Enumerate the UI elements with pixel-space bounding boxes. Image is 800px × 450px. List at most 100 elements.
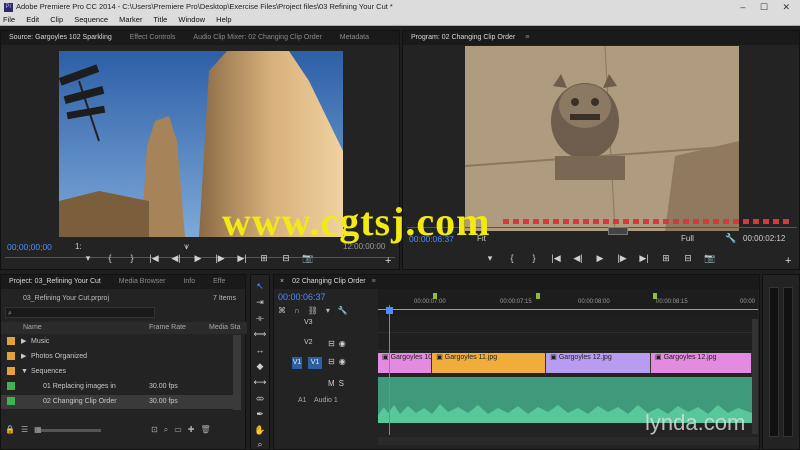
video-clip[interactable]: ▣ Gargoyles 10.jpg [378, 353, 433, 373]
new-bin-icon[interactable]: ▭ [174, 425, 188, 434]
new-item-icon[interactable]: ✚ [188, 425, 201, 434]
go-to-in-icon[interactable]: |◀ [545, 253, 567, 264]
toggle-sync-lock-icon[interactable]: ⊟ [328, 357, 339, 366]
go-to-in-icon[interactable]: |◀ [143, 253, 165, 264]
source-patch-v1[interactable]: V1 [292, 357, 302, 369]
menu-marker[interactable]: Marker [119, 15, 142, 24]
project-row[interactable]: 01 Replacing images in 30.00 fps [1, 380, 241, 394]
tab-media-browser[interactable]: Media Browser [111, 278, 174, 285]
track-label-v1[interactable]: V1 [308, 357, 322, 369]
project-scrollbar[interactable] [233, 335, 241, 410]
play-icon[interactable]: ▶ [589, 253, 611, 264]
track-select-tool-icon[interactable]: ⇥ [253, 295, 267, 309]
disclosure-arrow-icon[interactable]: ▶ [21, 335, 31, 349]
timeline-settings-icon[interactable]: 🔧 [338, 306, 356, 315]
play-icon[interactable]: ▶ [187, 253, 209, 264]
tab-metadata[interactable]: Metadata [332, 34, 377, 41]
program-video-frame[interactable] [465, 46, 739, 231]
toggle-output-icon[interactable]: ◉ [339, 339, 350, 348]
mute-icon[interactable]: M [328, 379, 339, 388]
clear-icon[interactable]: 🗑 [200, 425, 216, 434]
zoom-tool-icon[interactable]: ⌕ [253, 437, 267, 450]
source-playhead-icon[interactable]: ⩛ [184, 241, 189, 252]
tab-effects[interactable]: Effe [205, 278, 233, 285]
project-row[interactable]: ▶ Music [1, 335, 241, 349]
work-area-bar[interactable] [378, 309, 758, 310]
mark-in-icon[interactable]: { [99, 253, 121, 263]
disclosure-arrow-icon[interactable]: ▶ [21, 350, 31, 364]
ruler-marker[interactable] [433, 293, 437, 299]
track-lane-v2[interactable] [378, 333, 758, 351]
menu-sequence[interactable]: Sequence [74, 15, 108, 24]
tab-effect-controls[interactable]: Effect Controls [122, 34, 184, 41]
mark-out-icon[interactable]: } [523, 253, 545, 263]
automate-icon[interactable]: ⊡ [151, 425, 164, 434]
tab-info[interactable]: Info [175, 278, 203, 285]
tab-audio-clip-mixer[interactable]: Audio Clip Mixer: 02 Changing Clip Order [185, 34, 329, 41]
program-scrollbar-thumb[interactable] [608, 227, 628, 235]
disclosure-arrow-icon[interactable]: ▼ [21, 365, 31, 379]
lift-icon[interactable]: ⊞ [655, 253, 677, 264]
export-frame-icon[interactable]: 📷 [297, 253, 319, 264]
add-marker-timeline-icon[interactable]: ▾ [326, 306, 338, 315]
wrench-icon[interactable]: 🔧 [725, 233, 736, 244]
solo-icon[interactable]: S [339, 379, 348, 388]
timeline-panel-menu-icon[interactable]: ≡ [370, 278, 378, 285]
ruler-marker[interactable] [653, 293, 657, 299]
source-timecode[interactable]: 00;00;00;00 [7, 242, 52, 252]
selection-tool-icon[interactable]: ↖ [253, 279, 267, 293]
tab-source[interactable]: Source: Gargoyles 102 Sparkling [1, 34, 120, 41]
column-frame-rate[interactable]: Frame Rate [149, 322, 186, 334]
snap-icon[interactable]: ∩ [294, 306, 308, 315]
video-clip[interactable]: ▣ Gargoyles 12.jpg [651, 353, 752, 373]
menu-file[interactable]: File [3, 15, 15, 24]
zoom-slider[interactable] [41, 429, 101, 432]
toggle-output-icon[interactable]: ◉ [339, 357, 350, 366]
ripple-edit-tool-icon[interactable]: ⟛ [253, 311, 267, 325]
slide-tool-icon[interactable]: ⤄ [253, 391, 267, 405]
insert-icon[interactable]: ⊞ [253, 253, 275, 264]
project-search-input[interactable]: ⌕ [5, 307, 155, 318]
menu-help[interactable]: Help [216, 15, 231, 24]
panel-menu-icon[interactable]: ≡ [523, 34, 531, 41]
mark-out-icon[interactable]: } [121, 253, 143, 263]
column-name[interactable]: Name [23, 322, 42, 334]
step-forward-icon[interactable]: |▶ [611, 253, 633, 264]
rate-stretch-tool-icon[interactable]: ↔ [253, 343, 267, 357]
step-back-icon[interactable]: ◀| [165, 253, 187, 264]
step-forward-icon[interactable]: |▶ [209, 253, 231, 264]
tab-sequence[interactable]: 02 Changing Clip Order [288, 278, 370, 285]
razor-tool-icon[interactable]: ◆ [253, 359, 267, 373]
ruler-marker[interactable] [536, 293, 540, 299]
playhead-handle[interactable] [386, 307, 393, 314]
go-to-out-icon[interactable]: ▶| [633, 253, 655, 264]
program-add-button-icon[interactable]: + [785, 255, 791, 267]
track-lane-v3[interactable] [378, 317, 758, 333]
source-add-button-icon[interactable]: + [385, 255, 391, 267]
column-media-start[interactable]: Media Sta [209, 322, 241, 334]
pen-tool-icon[interactable]: ✒ [253, 407, 267, 421]
linked-selection-icon[interactable]: ⛓ [308, 306, 326, 315]
menu-window[interactable]: Window [178, 15, 205, 24]
close-tab-icon[interactable]: × [274, 278, 288, 285]
export-frame-icon[interactable]: 📷 [699, 253, 721, 264]
lock-icon[interactable]: 🔒 [5, 425, 21, 434]
program-quality-dropdown[interactable]: Full [681, 234, 694, 243]
find-icon[interactable]: ⌕ [164, 425, 174, 434]
project-row[interactable]: ▶ Photos Organized [1, 350, 241, 364]
menu-title[interactable]: Title [153, 15, 167, 24]
go-to-out-icon[interactable]: ▶| [231, 253, 253, 264]
tab-project[interactable]: Project: 03_Refining Your Cut [1, 278, 109, 285]
list-view-icon[interactable]: ☰ [21, 425, 34, 434]
track-lane-v1[interactable]: ▣ Gargoyles 10.jpg▣ Gargoyles 11.jpg▣ Ga… [378, 353, 752, 373]
add-marker-icon[interactable]: ▾ [479, 253, 501, 264]
video-clip[interactable]: ▣ Gargoyles 12.jpg [546, 353, 652, 373]
timeline-vertical-scrollbar[interactable] [752, 319, 758, 434]
project-row[interactable]: 02 Changing Clip Order 30.00 fps [1, 395, 241, 409]
playhead[interactable] [389, 305, 390, 435]
tab-program[interactable]: Program: 02 Changing Clip Order [403, 34, 523, 41]
menu-edit[interactable]: Edit [26, 15, 39, 24]
overwrite-icon[interactable]: ⊟ [275, 253, 297, 264]
timeline-horizontal-scrollbar[interactable] [378, 437, 758, 445]
source-fit-dropdown[interactable]: 1: [75, 242, 82, 251]
